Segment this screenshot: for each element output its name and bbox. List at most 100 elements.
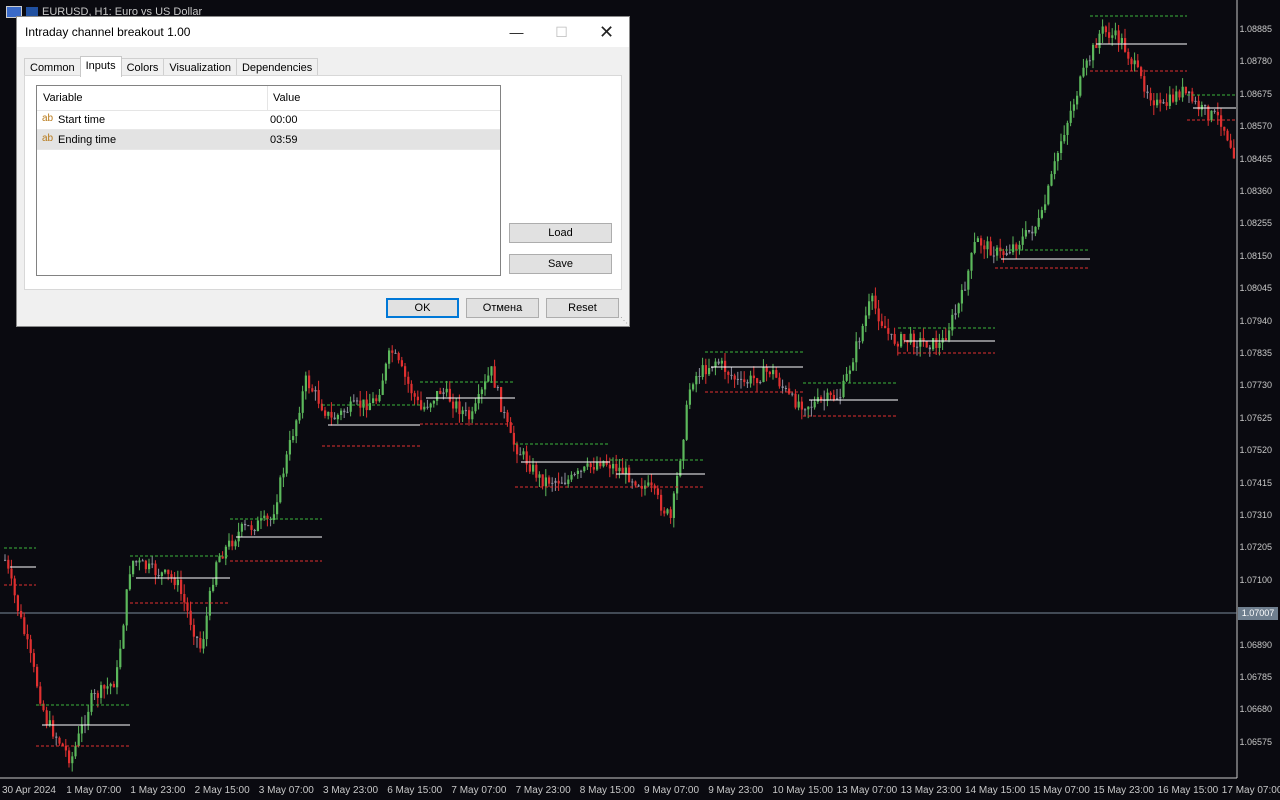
candle	[260, 510, 263, 530]
close-icon[interactable]: ✕	[584, 17, 629, 47]
candle	[324, 406, 327, 419]
inputs-grid[interactable]: Variable Value ab Start time 00:00 ab En…	[36, 85, 501, 276]
candle	[167, 569, 170, 581]
time-tick-label: 3 May 07:00	[258, 785, 314, 796]
price-tick-label: 1.06575	[1239, 736, 1272, 747]
dialog-titlebar[interactable]: Intraday channel breakout 1.00 — ☐ ✕	[17, 17, 629, 47]
candle	[816, 388, 819, 404]
candle	[378, 388, 381, 403]
candle	[413, 390, 416, 405]
candle	[932, 337, 935, 351]
candle	[650, 474, 653, 493]
string-type-icon: ab	[42, 133, 54, 144]
price-tick-label: 1.08675	[1239, 88, 1272, 99]
candle	[1130, 56, 1133, 72]
candle	[602, 460, 605, 468]
candle	[724, 353, 727, 380]
candle	[407, 371, 410, 393]
candle	[199, 631, 202, 653]
candle	[1232, 139, 1235, 159]
load-button[interactable]: Load	[509, 223, 612, 243]
candle	[439, 387, 442, 395]
candle	[1143, 69, 1146, 98]
candle	[103, 684, 106, 699]
candle	[880, 313, 883, 329]
candle	[333, 412, 336, 420]
candle	[144, 559, 147, 574]
time-tick-label: 6 May 15:00	[387, 785, 443, 796]
column-divider[interactable]	[267, 86, 268, 110]
candle	[228, 533, 231, 550]
table-row[interactable]: ab Start time 00:00	[37, 110, 500, 130]
candle	[272, 504, 275, 524]
candle	[544, 469, 547, 497]
candle	[1037, 209, 1040, 230]
candle	[282, 467, 285, 488]
candle	[701, 357, 704, 380]
price-tick-label: 1.07730	[1239, 380, 1272, 391]
candle	[1079, 75, 1082, 98]
candle	[493, 359, 496, 388]
candle	[516, 441, 519, 464]
candle	[820, 395, 823, 403]
variable-value[interactable]: 00:00	[270, 114, 298, 126]
save-button[interactable]: Save	[509, 254, 612, 274]
candle	[1191, 87, 1194, 104]
time-tick-label: 8 May 15:00	[579, 785, 635, 796]
candle	[1005, 245, 1008, 257]
candle	[1124, 28, 1127, 53]
candle	[314, 386, 317, 401]
time-tick-label: 13 May 23:00	[900, 785, 962, 796]
candle	[212, 578, 215, 593]
candle	[845, 366, 848, 382]
candle	[500, 386, 503, 413]
candle	[893, 327, 896, 346]
minimize-icon[interactable]: —	[494, 17, 539, 47]
price-tick-label: 1.08570	[1239, 121, 1272, 132]
candle	[55, 732, 58, 746]
column-value[interactable]: Value	[273, 92, 300, 104]
candle	[36, 664, 39, 689]
candle	[157, 568, 160, 579]
candle	[692, 382, 695, 392]
tab-inputs[interactable]: Inputs	[79, 56, 122, 77]
ok-button[interactable]: OK	[386, 298, 459, 318]
candle	[1095, 38, 1098, 49]
resize-grip-icon[interactable]: ⋱	[620, 316, 628, 325]
candle	[42, 700, 45, 712]
time-tick-label: 7 May 07:00	[451, 785, 507, 796]
candle	[768, 370, 771, 378]
cancel-button[interactable]: Отмена	[466, 298, 539, 318]
candle	[746, 379, 749, 388]
variable-value[interactable]: 03:59	[270, 134, 298, 146]
candle	[797, 394, 800, 411]
candle	[1092, 43, 1095, 69]
candle	[928, 345, 931, 357]
candle	[938, 333, 941, 356]
time-tick-label: 1 May 23:00	[130, 785, 186, 796]
candle	[1085, 58, 1088, 76]
candle	[381, 373, 384, 396]
table-row[interactable]: ab Ending time 03:59	[37, 130, 500, 150]
candle	[247, 524, 250, 527]
candle	[1197, 94, 1200, 117]
candle	[986, 236, 989, 259]
candle	[548, 475, 551, 488]
candle	[109, 682, 112, 695]
candle	[912, 329, 915, 355]
candle	[452, 393, 455, 418]
candle	[1220, 107, 1223, 136]
column-variable[interactable]: Variable	[43, 92, 83, 104]
price-tick-label: 1.07100	[1239, 574, 1272, 585]
candle	[551, 477, 554, 492]
candle	[583, 465, 586, 473]
candle	[663, 507, 666, 517]
candle	[1149, 87, 1152, 106]
candle	[804, 408, 807, 417]
candle	[170, 570, 173, 583]
candle	[749, 370, 752, 388]
candle	[775, 367, 778, 379]
reset-button[interactable]: Reset	[546, 298, 619, 318]
candle	[957, 302, 960, 318]
candle	[784, 385, 787, 393]
